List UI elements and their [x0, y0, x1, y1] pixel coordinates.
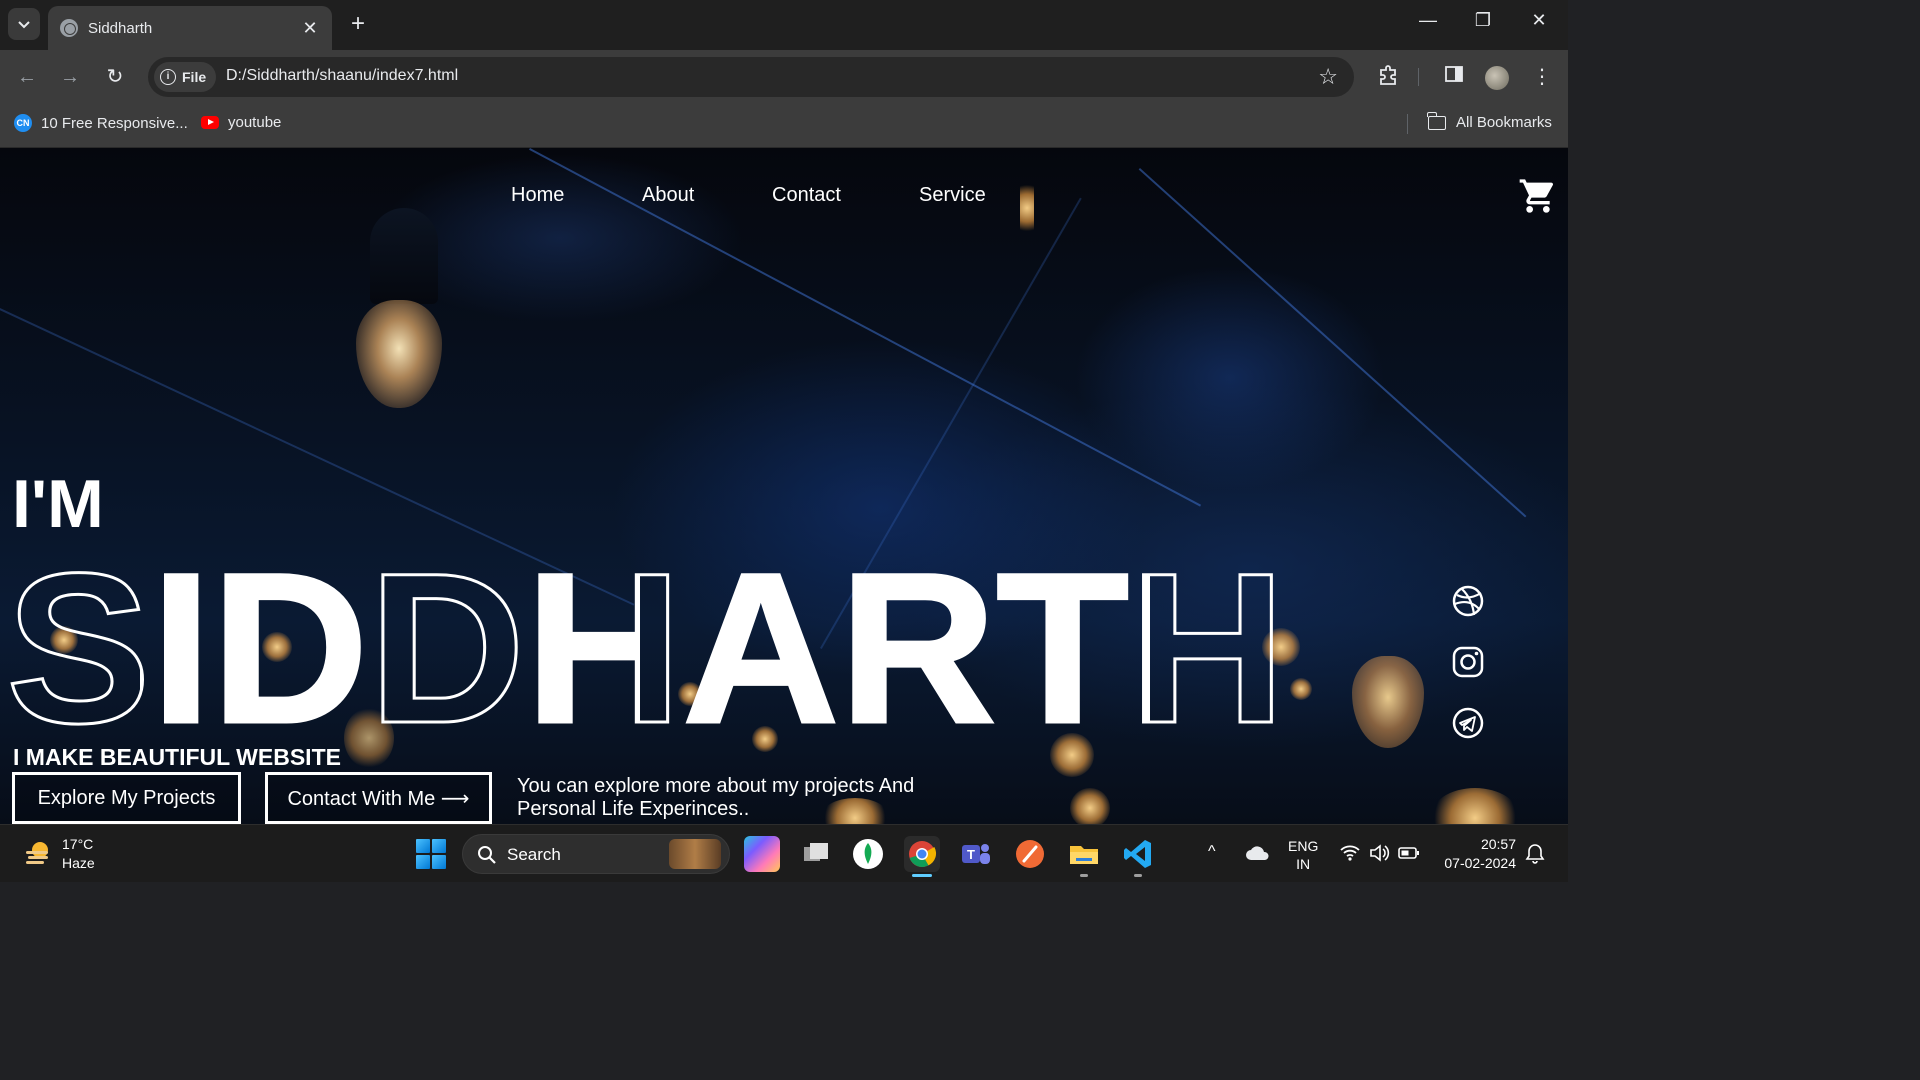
nav-service-link[interactable]: Service	[919, 184, 986, 207]
globe-icon	[60, 19, 78, 37]
background-wire	[529, 148, 1202, 507]
side-panel-icon[interactable]	[1440, 64, 1468, 90]
bokeh-light	[1020, 178, 1034, 238]
info-icon: i	[160, 69, 176, 85]
vscode-icon[interactable]	[1120, 836, 1156, 877]
taskbar-search-box[interactable]: Search	[462, 834, 730, 874]
reload-button[interactable]: ↻	[102, 64, 128, 90]
intro-heading: I'M	[12, 466, 104, 542]
browser-toolbar: ← → ↻ i File D:/Siddharth/shaanu/index7.…	[0, 50, 1568, 104]
bulb-socket	[370, 208, 438, 304]
background-wire	[1138, 168, 1527, 518]
bookmark-item-2[interactable]: youtube	[201, 114, 281, 131]
tab-title: Siddharth	[88, 19, 153, 37]
onedrive-cloud-icon[interactable]	[1245, 845, 1269, 861]
windows-taskbar: 17°C Haze Search T ^ ENG IN 20:57 07-02-…	[0, 824, 1568, 882]
weather-desc: Haze	[62, 855, 95, 871]
explore-projects-button[interactable]: Explore My Projects	[12, 772, 241, 824]
battery-icon[interactable]	[1398, 845, 1420, 861]
forward-button[interactable]: →	[57, 64, 83, 90]
menu-kebab-icon[interactable]: ⋮	[1528, 64, 1556, 89]
bokeh-light	[1070, 788, 1110, 824]
tab-close-icon[interactable]: ✕	[300, 18, 320, 39]
chip-label: File	[182, 69, 207, 85]
bokeh-light	[1050, 733, 1094, 777]
light-bulb-image	[1352, 656, 1424, 748]
bookmark-label: 10 Free Responsive...	[41, 114, 188, 132]
dribbble-icon[interactable]	[1451, 584, 1485, 618]
new-tab-button[interactable]: +	[344, 12, 372, 36]
youtube-icon	[201, 116, 219, 129]
light-bulb-image	[356, 300, 442, 408]
bookmark-label: youtube	[228, 114, 282, 131]
codepen-favicon-icon: CN	[14, 114, 32, 132]
bookmarks-divider	[1407, 114, 1408, 134]
address-bar[interactable]: i File D:/Siddharth/shaanu/index7.html ☆	[148, 57, 1354, 97]
file-explorer-icon[interactable]	[1066, 836, 1102, 877]
search-label: Search	[507, 845, 561, 864]
volume-icon[interactable]	[1368, 843, 1390, 863]
clock-time: 20:57	[1480, 836, 1516, 852]
region-code: IN	[1296, 856, 1311, 872]
hero-description: You can explore more about my projects A…	[517, 775, 915, 820]
nav-home-link[interactable]: Home	[511, 184, 564, 207]
clock[interactable]: 20:57 07-02-2024	[1436, 835, 1516, 873]
paint-app-icon[interactable]	[1012, 836, 1048, 872]
hero-name-heading: SIDDHARTH SIDDHARTH	[5, 552, 1288, 732]
profile-avatar[interactable]	[1485, 66, 1509, 90]
haze-weather-icon	[26, 842, 48, 864]
chevron-down-icon	[18, 21, 30, 29]
task-view-icon[interactable]	[798, 836, 834, 872]
tab-search-button[interactable]	[8, 8, 40, 40]
notification-bell-icon[interactable]	[1525, 843, 1545, 865]
weather-temp: 17°C	[62, 836, 94, 852]
copilot-icon[interactable]	[744, 836, 780, 872]
show-hidden-icons-chevron-icon[interactable]: ^	[1208, 843, 1216, 861]
minimize-button[interactable]: —	[1408, 10, 1448, 31]
instagram-icon[interactable]	[1451, 645, 1485, 679]
bookmarks-bar: CN 10 Free Responsive... youtube All Boo…	[0, 104, 1568, 148]
windows-start-icon[interactable]	[416, 839, 446, 869]
language-indicator[interactable]: ENG IN	[1288, 837, 1318, 873]
web-page: Home About Contact Service I'M SIDDHARTH…	[0, 148, 1568, 824]
wifi-icon[interactable]	[1339, 843, 1361, 863]
bookmark-star-icon[interactable]: ☆	[1318, 64, 1338, 90]
browser-tab[interactable]: Siddharth ✕	[48, 6, 332, 50]
bokeh-light	[1430, 788, 1520, 824]
contact-with-me-button[interactable]: Contact With Me ⟶	[265, 772, 492, 824]
language-code: ENG	[1288, 838, 1319, 854]
site-info-chip[interactable]: i File	[154, 62, 217, 92]
toolbar-divider	[1418, 68, 1419, 86]
back-button[interactable]: ←	[14, 64, 40, 90]
mongodb-compass-icon[interactable]	[850, 836, 886, 872]
clock-date: 07-02-2024	[1444, 855, 1516, 871]
tagline: I MAKE BEAUTIFUL WEBSITE	[13, 744, 341, 770]
search-icon	[478, 846, 496, 864]
all-bookmarks-button[interactable]: All Bookmarks	[1427, 111, 1552, 131]
teams-icon[interactable]: T	[958, 836, 994, 872]
folder-icon	[1427, 111, 1446, 130]
close-window-button[interactable]: ✕	[1519, 10, 1559, 31]
nav-about-link[interactable]: About	[642, 184, 694, 207]
chrome-icon[interactable]	[904, 836, 940, 877]
extensions-icon[interactable]	[1374, 64, 1402, 92]
all-bookmarks-label: All Bookmarks	[1456, 114, 1552, 131]
weather-widget[interactable]: 17°C Haze	[62, 835, 95, 873]
cart-icon[interactable]	[1518, 176, 1558, 216]
nav-contact-link[interactable]: Contact	[772, 184, 841, 207]
svg-text:T: T	[967, 847, 975, 862]
url-text[interactable]: D:/Siddharth/shaanu/index7.html	[226, 67, 458, 85]
telegram-icon[interactable]	[1451, 706, 1485, 740]
restore-button[interactable]: ❐	[1463, 10, 1503, 31]
tab-strip: Siddharth ✕ + — ❐ ✕	[0, 0, 1568, 50]
bookmark-item-1[interactable]: CN 10 Free Responsive...	[14, 114, 188, 132]
search-highlight-image	[669, 839, 721, 869]
